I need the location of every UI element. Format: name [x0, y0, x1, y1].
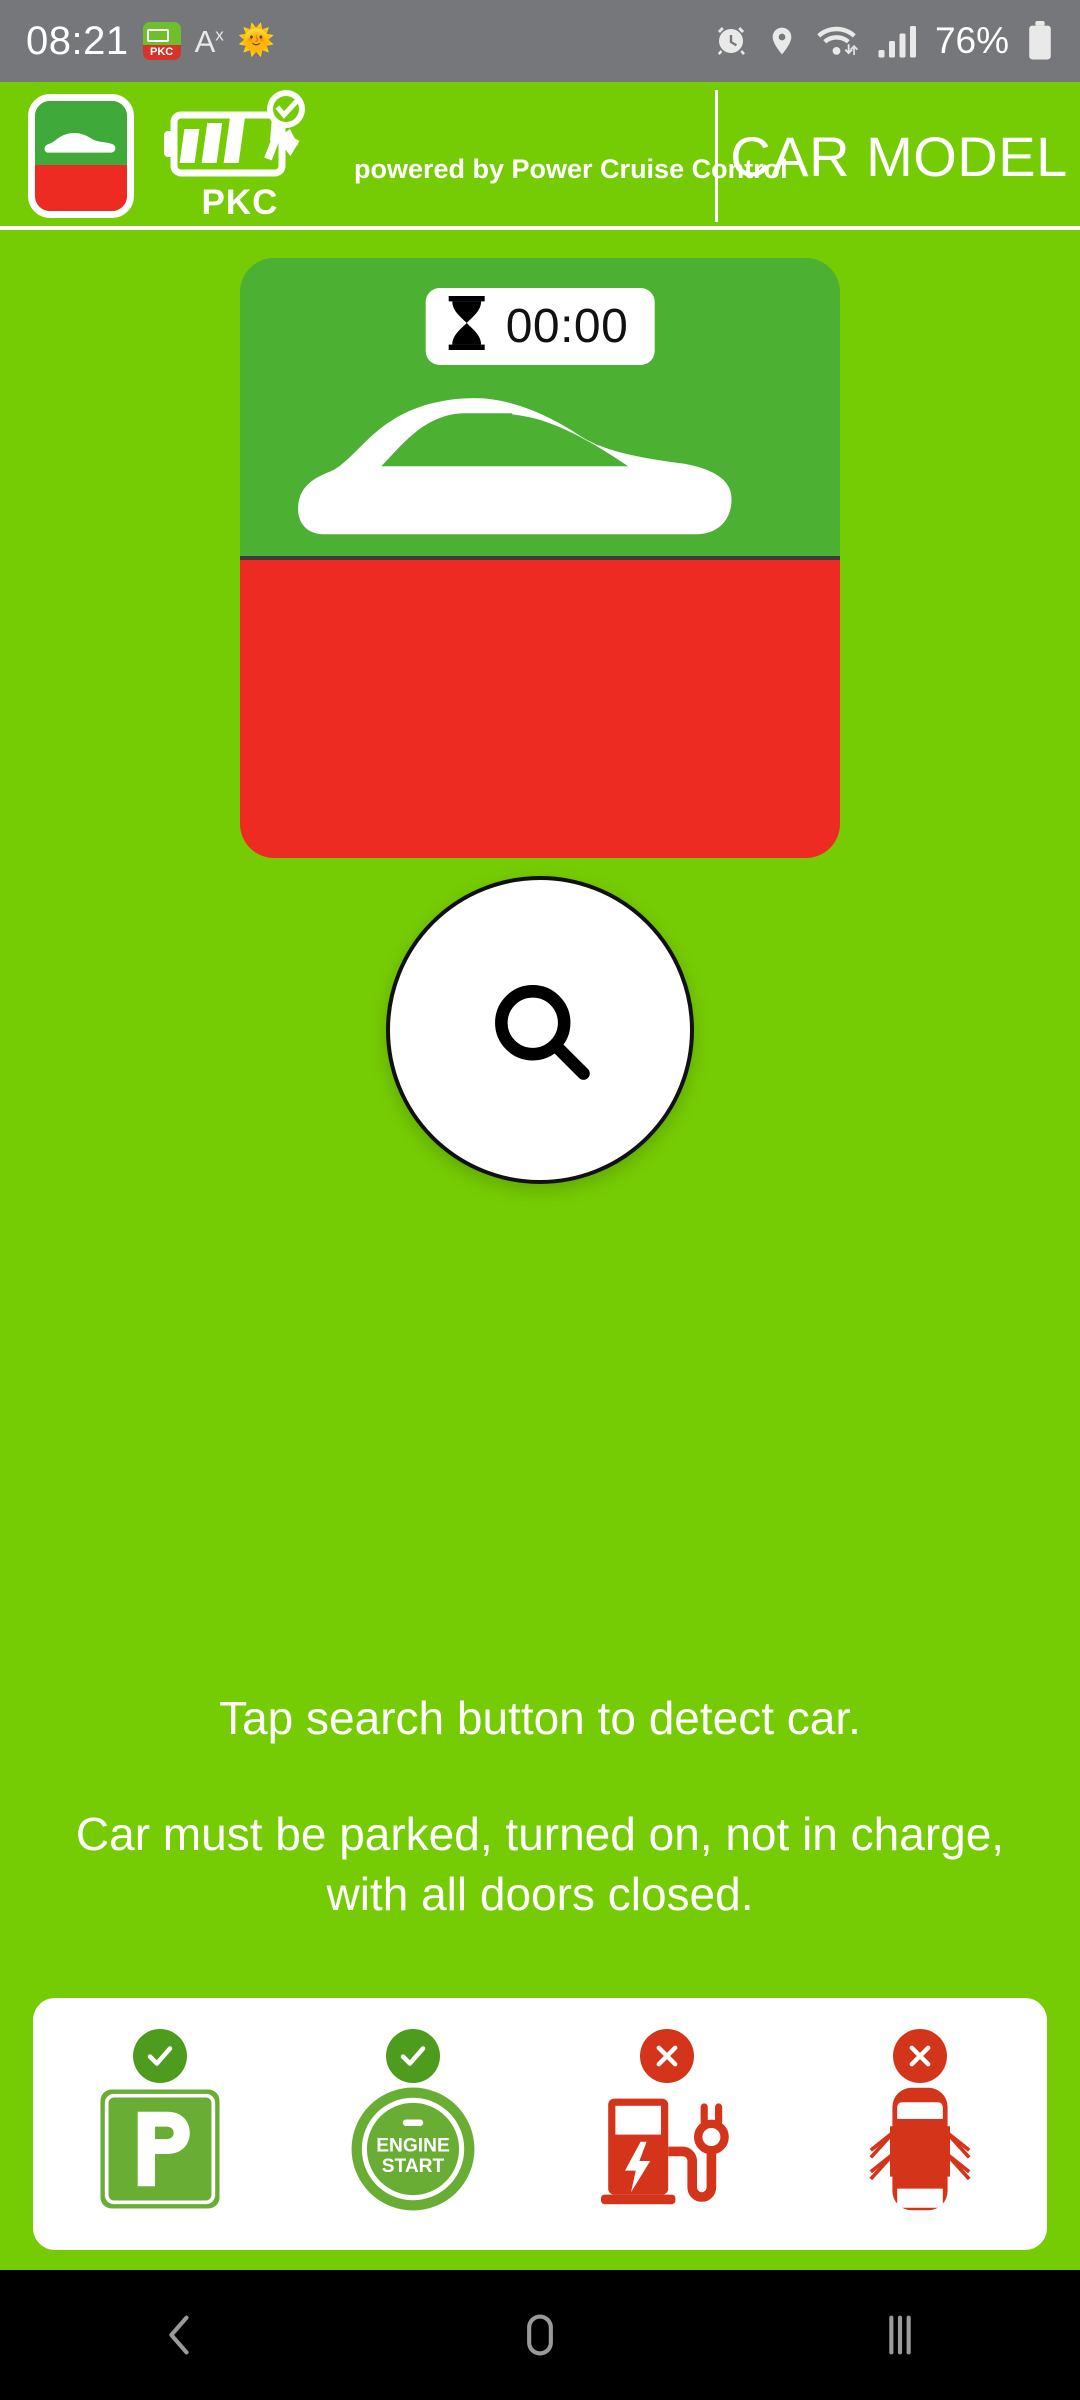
app-logo-icon — [28, 94, 134, 218]
car-doors-open-icon — [844, 2079, 996, 2219]
condition-not-charging — [587, 2029, 747, 2219]
instructions-block: Tap search button to detect car. Car mus… — [0, 1690, 1080, 1925]
search-car-button[interactable] — [386, 876, 694, 1184]
text-size-icon: Ax — [194, 23, 224, 59]
instruction-primary: Tap search button to detect car. — [219, 1692, 861, 1744]
battery-icon — [1026, 21, 1054, 61]
alarm-icon — [713, 23, 749, 59]
location-pin-icon — [766, 23, 798, 59]
status-bar-clock: 08:21 — [26, 18, 129, 63]
app-header-brand: PKC powered by Power Cruise Control — [0, 82, 788, 230]
parking-sign-icon — [84, 2079, 236, 2219]
pkc-notification-label: PKC — [149, 45, 174, 58]
hourglass-icon — [444, 296, 490, 357]
wifi-icon — [815, 23, 861, 59]
main-content: 00:00 Tap search button to detect car. C… — [0, 230, 1080, 2400]
condition-parked — [80, 2029, 240, 2219]
car-silhouette-icon — [298, 398, 732, 535]
android-navigation-bar — [0, 2270, 1080, 2400]
home-button[interactable] — [514, 2309, 566, 2361]
instruction-secondary: Car must be parked, turned on, not in ch… — [75, 1807, 1005, 1921]
cross-badge-icon — [639, 2029, 694, 2083]
check-badge-icon — [386, 2029, 441, 2083]
timer-value: 00:00 — [505, 300, 629, 353]
powered-by-label: powered by Power Cruise Control — [354, 153, 788, 184]
recent-apps-icon — [889, 2315, 911, 2355]
condition-engine-on: ENGINE START — [333, 2029, 493, 2219]
cross-badge-icon — [893, 2029, 948, 2083]
pkc-logo-icon: PKC — [160, 89, 320, 223]
detection-timer: 00:00 — [425, 288, 655, 365]
search-icon — [495, 985, 590, 1080]
svg-text:START: START — [382, 2156, 445, 2177]
svg-text:ENGINE: ENGINE — [376, 2136, 450, 2157]
engine-start-button-icon: ENGINE START — [337, 2079, 489, 2219]
sun-emoji-icon: 🌞 — [237, 24, 276, 57]
status-bar: 08:21 PKC Ax 🌞 76% — [0, 0, 1080, 82]
chevron-left-icon — [169, 2315, 189, 2355]
app-screen: 08:21 PKC Ax 🌞 76% PKC powered by Power … — [0, 0, 1080, 2400]
preconditions-panel: ENGINE START — [33, 1998, 1047, 2250]
app-header: PKC powered by Power Cruise Control CAR … — [0, 82, 1080, 230]
condition-doors-closed — [840, 2029, 1000, 2219]
status-bar-right: 76% — [713, 20, 1054, 62]
pkc-notification-icon: PKC — [142, 22, 181, 60]
charging-station-icon — [591, 2079, 743, 2219]
recents-button[interactable] — [874, 2309, 926, 2361]
pkc-brand-label: PKC — [201, 183, 279, 222]
check-badge-icon — [132, 2029, 187, 2083]
back-button[interactable] — [154, 2309, 206, 2361]
battery-percent-label: 76% — [934, 20, 1009, 61]
signal-bars-icon — [878, 23, 918, 59]
status-bar-left: 08:21 PKC Ax 🌞 — [26, 19, 275, 64]
home-square-icon — [527, 2314, 553, 2356]
